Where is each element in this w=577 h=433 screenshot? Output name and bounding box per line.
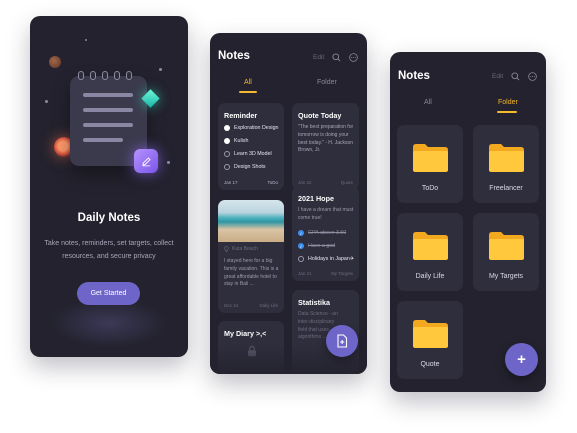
checkbox-checked[interactable]: [224, 138, 230, 144]
checklist-item[interactable]: Holidays in Japan✈: [298, 256, 354, 262]
folder-label: Daily Life: [415, 273, 445, 280]
location-label: Kuta Beach: [232, 246, 258, 252]
checkbox-checked[interactable]: ✓: [298, 230, 304, 236]
folder-icon: [489, 232, 524, 260]
edit-button[interactable]: Edit: [492, 73, 503, 80]
quote-card[interactable]: Quote Today "The best preparation for to…: [292, 103, 359, 190]
planet-icon: [49, 56, 61, 68]
card-title: My Diary >,<: [224, 329, 267, 338]
star-decoration: [159, 68, 162, 71]
folder-icon: [489, 144, 524, 172]
checklist-item[interactable]: Design Shots: [224, 164, 266, 170]
folder-label: Quote: [420, 361, 440, 368]
page-title: Notes: [218, 50, 250, 62]
tab-all[interactable]: All: [424, 99, 432, 106]
checklist-item[interactable]: ✓ GPA above 3.60: [298, 230, 346, 236]
folder-icon: [413, 320, 448, 348]
card-title: Reminder: [224, 111, 258, 120]
card-title: Statistika: [298, 298, 330, 307]
hope-card[interactable]: 2021 Hope I have a dream that must come …: [292, 186, 359, 281]
card-footer: Dec 24 Daily Life: [224, 303, 278, 308]
edit-button[interactable]: Edit: [313, 54, 324, 61]
checkbox-checked[interactable]: ✓: [298, 243, 304, 249]
folder-label: Freelancer: [489, 185, 523, 192]
glow-decoration: [50, 298, 168, 348]
folder-label: ToDo: [421, 185, 439, 192]
folders-screen: Notes Edit All Folder ToDo Freelancer Da…: [390, 52, 546, 392]
star-decoration: [85, 39, 87, 41]
search-icon[interactable]: [511, 72, 520, 81]
folder-quote[interactable]: Quote: [397, 301, 463, 379]
reminder-card[interactable]: Reminder Exploration Design Kulish Learn…: [218, 103, 284, 190]
checkbox-unchecked[interactable]: [224, 151, 230, 157]
card-footer: Jan 21 My Targets: [298, 271, 353, 276]
folder-my-targets[interactable]: My Targets: [473, 213, 539, 291]
more-icon[interactable]: [528, 72, 537, 81]
star-decoration: [167, 161, 170, 164]
get-started-button[interactable]: Get Started: [77, 282, 140, 305]
location-pin-icon: [224, 246, 229, 252]
card-footer: Jan 17 ToDo: [224, 180, 278, 185]
active-tab-indicator: [239, 91, 257, 93]
beach-photo: [218, 200, 284, 242]
more-icon[interactable]: [349, 53, 358, 62]
active-tab-indicator: [497, 111, 517, 113]
tab-all[interactable]: All: [244, 79, 252, 86]
onboarding-title: Daily Notes: [77, 212, 141, 224]
note-text: I have a dream that must come true!: [298, 207, 354, 221]
card-title: 2021 Hope: [298, 194, 334, 203]
canvas: Daily Notes Take notes, reminders, set t…: [0, 0, 577, 433]
onboarding-description: Take notes, reminders, set targets, coll…: [44, 240, 174, 260]
location-row: Kuta Beach: [224, 246, 258, 252]
notes-screen: Notes Edit All Folder Reminder Explorati…: [210, 33, 367, 374]
checklist-item[interactable]: Learn 3D Model: [224, 151, 272, 157]
star-decoration: [45, 100, 48, 103]
note-text: I stayed here for a big family vacation.…: [224, 258, 279, 288]
onboarding-screen: Daily Notes Take notes, reminders, set t…: [30, 16, 188, 357]
checklist-item[interactable]: Kulish: [224, 138, 248, 144]
add-folder-button[interactable]: +: [505, 343, 538, 376]
checkbox-unchecked[interactable]: [298, 256, 304, 262]
page-title: Notes: [398, 70, 430, 82]
folder-icon: [413, 144, 448, 172]
travel-note-card[interactable]: Kuta Beach I stayed here for a big famil…: [218, 200, 284, 313]
checkbox-unchecked[interactable]: [224, 164, 230, 170]
card-title: Quote Today: [298, 111, 342, 120]
folder-icon: [413, 232, 448, 260]
edit-icon: [134, 149, 158, 173]
folder-label: My Targets: [488, 273, 524, 280]
checklist-item[interactable]: Exploration Design: [224, 125, 278, 131]
checkbox-checked[interactable]: [224, 125, 230, 131]
tab-folder[interactable]: Folder: [317, 79, 337, 86]
checklist-item[interactable]: ✓ Have a god: [298, 243, 335, 249]
tab-folder[interactable]: Folder: [498, 99, 518, 106]
search-icon[interactable]: [332, 53, 341, 62]
folder-daily-life[interactable]: Daily Life: [397, 213, 463, 291]
new-note-button[interactable]: [326, 325, 358, 357]
folder-todo[interactable]: ToDo: [397, 125, 463, 203]
new-note-icon: [337, 334, 348, 348]
quote-text: "The best preparation for tomorrow is do…: [298, 124, 354, 154]
card-footer: Jan 22 Quote: [298, 180, 353, 185]
folder-freelancer[interactable]: Freelancer: [473, 125, 539, 203]
